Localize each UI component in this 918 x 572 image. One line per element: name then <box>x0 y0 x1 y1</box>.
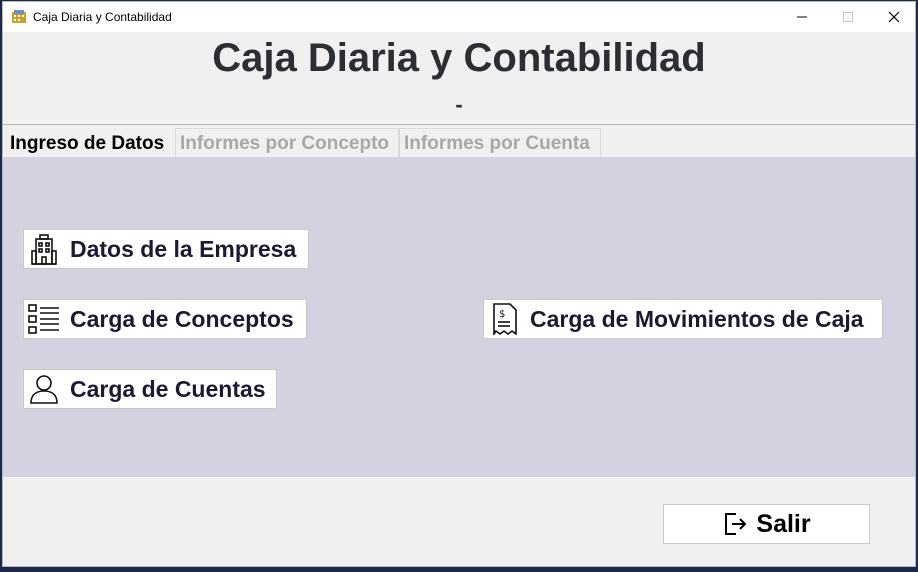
tab-panel-ingreso-de-datos: Datos de la Empresa Carga de Conceptos C… <box>3 157 915 477</box>
maximize-button[interactable] <box>825 2 871 32</box>
tab-ingreso-de-datos[interactable]: Ingreso de Datos <box>5 128 175 158</box>
page-title: Caja Diaria y Contabilidad <box>212 36 706 80</box>
app-icon <box>12 10 26 23</box>
close-icon <box>888 11 900 23</box>
window-title: Caja Diaria y Contabilidad <box>33 10 172 24</box>
receipt-icon: $ <box>488 303 520 335</box>
app-window: Caja Diaria y Contabilidad Caja Diaria y… <box>2 1 916 567</box>
salir-label: Salir <box>756 509 811 538</box>
datos-empresa-button[interactable]: Datos de la Empresa <box>23 229 309 269</box>
maximize-icon <box>843 12 853 22</box>
carga-cuentas-button[interactable]: Carga de Cuentas <box>23 369 277 409</box>
carga-conceptos-button[interactable]: Carga de Conceptos <box>23 299 307 339</box>
tab-strip-divider <box>3 124 915 125</box>
tab-informes-por-concepto[interactable]: Informes por Concepto <box>175 128 399 158</box>
carga-movimientos-button[interactable]: $ Carga de Movimientos de Caja <box>483 299 883 339</box>
tab-informes-por-cuenta[interactable]: Informes por Cuenta <box>399 128 601 158</box>
minimize-icon <box>797 16 807 18</box>
close-button[interactable] <box>871 2 917 32</box>
building-icon <box>28 233 60 265</box>
title-bar: Caja Diaria y Contabilidad <box>3 2 915 32</box>
carga-conceptos-label: Carga de Conceptos <box>70 305 294 332</box>
carga-movimientos-label: Carga de Movimientos de Caja <box>530 305 864 332</box>
exit-icon <box>725 513 747 535</box>
page-subtitle: - <box>455 92 463 117</box>
salir-button[interactable]: Salir <box>663 504 870 544</box>
minimize-button[interactable] <box>779 2 825 32</box>
user-icon <box>28 373 60 405</box>
datos-empresa-label: Datos de la Empresa <box>70 235 297 262</box>
svg-text:$: $ <box>499 309 505 320</box>
list-checkbox-icon <box>28 303 60 335</box>
carga-cuentas-label: Carga de Cuentas <box>70 375 266 402</box>
